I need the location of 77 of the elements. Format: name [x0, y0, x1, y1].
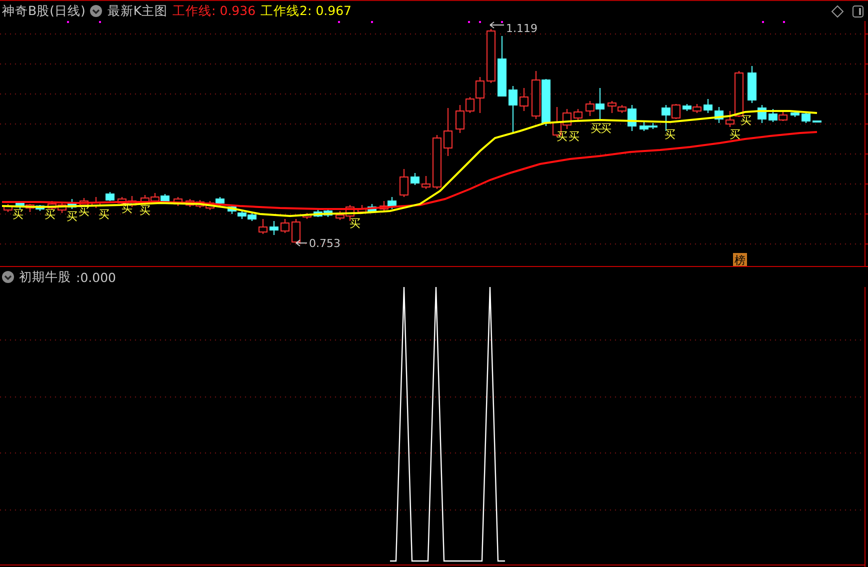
candlestick	[186, 198, 194, 208]
candlestick	[508, 86, 518, 132]
buy-signal: 买	[730, 128, 740, 141]
candlestick	[280, 218, 290, 234]
indicator-name: 最新K主图	[107, 2, 168, 20]
candlestick	[258, 218, 268, 234]
candlestick	[368, 204, 376, 214]
candlestick	[302, 212, 312, 220]
candlestick	[58, 202, 66, 214]
buy-signal: 买	[78, 205, 90, 218]
candlestick	[238, 210, 246, 220]
diamond-icon[interactable]	[831, 4, 844, 18]
candlestick	[704, 98, 712, 114]
candlestick	[542, 78, 550, 126]
indicator-value: :0.000	[76, 270, 116, 284]
candlestick	[26, 204, 34, 212]
candlestick	[790, 110, 800, 118]
candlestick	[768, 108, 778, 122]
candlestick	[358, 204, 366, 214]
candlestick	[486, 28, 496, 84]
candlestick	[4, 204, 12, 212]
buy-signal: 买	[556, 130, 568, 143]
buy-signal: 买	[664, 128, 676, 141]
chart-title: 神奇B股(日线)	[2, 2, 86, 20]
candlestick	[160, 194, 170, 204]
buy-signal: 买	[12, 208, 24, 221]
candlestick	[574, 108, 582, 122]
low-price-label: 0.753	[309, 237, 340, 250]
buy-signal: 买	[98, 208, 110, 221]
candlestick	[444, 108, 452, 156]
buy-signal: 买	[600, 122, 612, 135]
candlestick	[92, 196, 100, 208]
candlestick	[106, 192, 114, 202]
candlestick	[400, 168, 408, 198]
buy-signal: 买	[590, 122, 602, 135]
indicator-title: 初期牛股	[19, 268, 71, 286]
high-price-label: 1.119	[506, 22, 538, 35]
candlestick	[228, 204, 236, 214]
candlestick	[270, 220, 278, 236]
candlestick	[532, 70, 540, 120]
candlestick	[432, 134, 442, 190]
high-arrow-icon	[490, 22, 504, 28]
candlestick	[324, 208, 332, 218]
candlestick	[140, 194, 150, 206]
candlestick	[150, 192, 160, 204]
buy-signal: 买	[350, 217, 360, 230]
candlestick	[196, 200, 204, 208]
buy-signal: 买	[44, 208, 56, 221]
chevron-down-icon[interactable]	[90, 5, 102, 17]
candlestick	[292, 218, 300, 244]
candlestick	[48, 200, 56, 210]
line-value: 工作线: 0.936	[172, 2, 256, 20]
buy-signal: 买	[140, 204, 150, 217]
candlestick	[422, 176, 430, 190]
candlestick	[692, 104, 702, 114]
low-arrow-icon	[296, 240, 308, 246]
candlestick	[174, 196, 182, 206]
candlestick	[802, 112, 810, 124]
candlestick	[714, 106, 724, 124]
line-value: 工作线2: 0.967	[260, 2, 352, 20]
candlestick	[498, 36, 506, 96]
candlestick	[206, 200, 214, 210]
candlestick	[520, 88, 528, 112]
badge: 榜	[733, 253, 747, 266]
candlestick	[388, 196, 396, 210]
chevron-down-icon[interactable]	[2, 271, 14, 283]
panel-toggle-icon[interactable]	[852, 4, 864, 18]
buy-signal: 买	[66, 210, 78, 223]
buy-signal: 买	[568, 130, 580, 143]
candlestick	[68, 198, 76, 210]
buy-signal: 买	[740, 114, 752, 127]
candlestick	[216, 196, 224, 206]
candlestick	[778, 110, 788, 122]
buy-signal: 买	[122, 202, 132, 215]
candlestick	[248, 212, 256, 222]
candlestick	[812, 120, 822, 122]
candlestick	[410, 172, 420, 186]
